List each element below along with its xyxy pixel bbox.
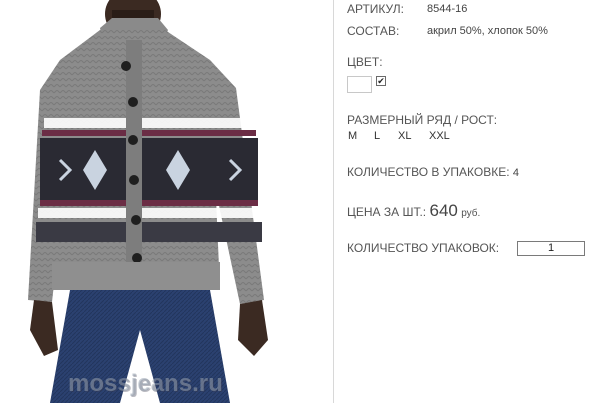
order-qty-label: КОЛИЧЕСТВО УПАКОВОК: (347, 241, 500, 255)
size-option[interactable]: XL (398, 130, 411, 142)
price-unit: руб. (461, 208, 481, 219)
watermark-text: mossjeans.ru (68, 370, 223, 397)
size-option[interactable]: M (348, 130, 357, 142)
price-label: ЦЕНА ЗА ШТ.: (347, 205, 427, 219)
product-photo: mossjeans.ru (0, 0, 334, 403)
price-value: 640 (429, 201, 458, 220)
size-option[interactable]: XXL (429, 130, 450, 142)
pack-qty-value: 4 (512, 167, 520, 179)
color-checkbox[interactable]: ✔ (376, 76, 386, 86)
order-qty-input[interactable]: 1 (517, 241, 585, 256)
pack-qty-label-text: КОЛИЧЕСТВО В УПАКОВКЕ: (347, 165, 510, 179)
price-row: ЦЕНА ЗА ШТ.: 640 руб. (347, 201, 480, 221)
product-info-panel: АРТИКУЛ: 8544-16 СОСТАВ: акрил 50%, хлоп… (347, 0, 601, 403)
size-label: РАЗМЕРНЫЙ РЯД / РОСТ: (347, 113, 498, 127)
composition-label: СОСТАВ: (347, 24, 400, 38)
composition-value: акрил 50%, хлопок 50% (427, 25, 548, 37)
pack-qty-label: КОЛИЧЕСТВО В УПАКОВКЕ: 4 (347, 165, 519, 179)
color-label: ЦВЕТ: (347, 55, 383, 69)
size-option[interactable]: L (374, 130, 380, 142)
article-label: АРТИКУЛ: (347, 2, 404, 16)
color-swatch[interactable] (347, 76, 372, 93)
article-value: 8544-16 (427, 3, 468, 15)
product-illustration (28, 0, 268, 403)
